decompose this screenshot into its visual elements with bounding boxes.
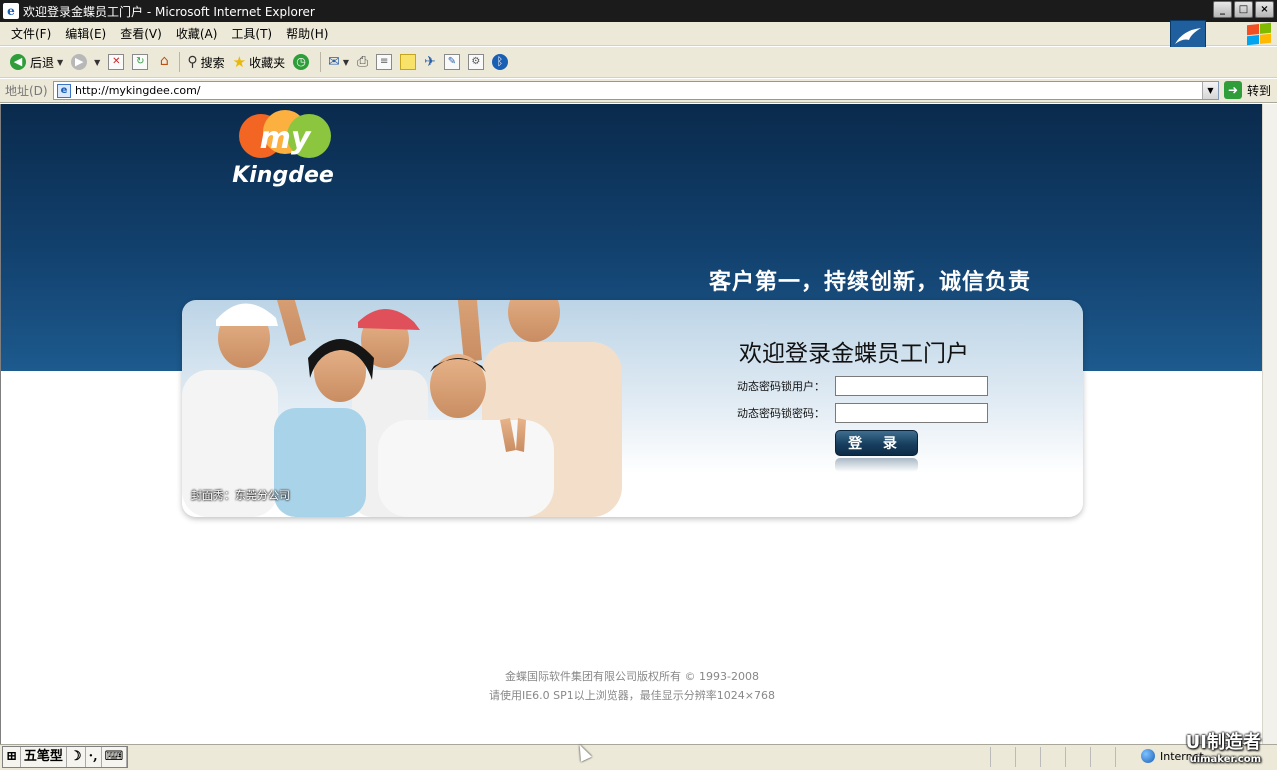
research-icon: ✎ [443,54,460,70]
favorites-label: 收藏夹 [249,55,286,70]
windows-logo-icon [1247,22,1271,46]
stop-icon: ✕ [108,54,125,70]
title-bar: e 欢迎登录金蝶员工门户 - Microsoft Internet Explor… [0,0,1277,22]
edit-icon: ≡ [376,54,393,70]
login-title: 欢迎登录金蝶员工门户 [739,341,969,367]
window-controls: _ □ × [1213,1,1274,18]
search-label: 搜索 [200,55,225,70]
edit-button[interactable]: ≡ [372,50,396,74]
forward-dropdown-icon[interactable]: ▼ [94,58,100,67]
close-button[interactable]: × [1255,1,1274,18]
status-bar: ⊞ 五笔型 ☽ ·, ⌨ Internet [0,744,1277,770]
cover-photo [182,300,622,517]
user-input[interactable] [835,376,988,396]
print-button[interactable]: ⎙ [353,50,372,74]
search-icon: ⚲ [187,54,198,70]
globe-icon [1141,749,1155,763]
window-title: 欢迎登录金蝶员工门户 - Microsoft Internet Explorer [23,4,315,19]
watermark-main: UI制造者 [1185,732,1261,753]
menu-favorites[interactable]: 收藏(A) [169,24,225,44]
go-icon: ➜ [1223,81,1242,99]
menu-bar: 文件(F) 编辑(E) 查看(V) 收藏(A) 工具(T) 帮助(H) [0,22,1277,46]
menu-help[interactable]: 帮助(H) [279,24,335,44]
address-bar: 地址(D) e http://mykingdee.com/ ▼ ➜ 转到 [0,79,1277,103]
menu-view[interactable]: 查看(V) [113,24,169,44]
user-field-row: 动态密码锁用户： [737,376,988,396]
mail-button[interactable]: ✉ ▼ [324,50,353,74]
mykingdee-logo[interactable]: my Kingdee [231,108,341,192]
ime-fullwidth-icon[interactable]: ☽ [67,747,86,767]
toolbar: ◀ 后退 ▼ ▶ ▼ ✕ ↻ ⌂ ⚲ 搜索 ★ 收藏夹 ◷ ✉ ▼ ⎙ ≡ ✈ [0,47,1277,78]
back-icon: ◀ [10,54,26,70]
login-button-reflection [835,458,918,472]
password-label: 动态密码锁密码： [737,407,825,420]
back-button[interactable]: ◀ 后退 ▼ [6,50,67,74]
mail-dropdown-icon[interactable]: ▼ [343,58,349,67]
maximize-button[interactable]: □ [1234,1,1253,18]
ime-punctuation-icon[interactable]: ·, [86,747,102,767]
notes-icon [400,54,417,70]
slogan: 客户第一，持续创新，诚信负责 [709,270,1032,295]
photo-caption: 封面秀：东莞分公司 [191,489,290,502]
password-input[interactable] [835,403,988,423]
footer-browser-note: 请使用IE6.0 SP1以上浏览器，最佳显示分辨率1024×768 [488,689,775,702]
menu-edit[interactable]: 编辑(E) [58,24,113,44]
tools-button[interactable]: ⚙ [464,50,488,74]
go-label: 转到 [1246,83,1271,98]
back-label: 后退 [30,55,55,70]
footer-copyright: 金蝶国际软件集团有限公司版权所有 © 1993-2008 [505,670,759,683]
bluetooth-icon: ᛒ [491,54,508,70]
toolbar-separator [320,52,322,72]
messenger-icon: ✈ [424,54,436,70]
password-field-row: 动态密码锁密码： [737,403,988,423]
watermark-sub: uimaker.com [1189,754,1261,765]
user-label: 动态密码锁用户： [737,380,825,393]
print-icon: ⎙ [356,54,369,70]
search-button[interactable]: ⚲ 搜索 [183,50,228,74]
logo-my-text: my [260,121,312,156]
ime-toolbar[interactable]: ⊞ 五笔型 ☽ ·, ⌨ [2,746,129,768]
address-dropdown-icon[interactable]: ▼ [1202,82,1218,99]
logo-kingdee-text: Kingdee [232,163,334,188]
toolbar-separator [179,52,181,72]
ime-mode[interactable]: 五笔型 [21,747,67,767]
tools-icon: ⚙ [467,54,484,70]
stop-button[interactable]: ✕ [104,50,128,74]
ime-toggle-icon[interactable]: ⊞ [3,747,21,767]
status-panels [990,747,1140,767]
forward-button[interactable]: ▶ ▼ [67,50,104,74]
minimize-button[interactable]: _ [1213,1,1232,18]
vertical-scrollbar[interactable] [1262,104,1277,744]
notes-button[interactable] [396,50,420,74]
home-button[interactable]: ⌂ [152,50,176,74]
menu-tools[interactable]: 工具(T) [224,24,279,44]
ie-app-icon: e [3,3,19,19]
refresh-button[interactable]: ↻ [128,50,152,74]
favorites-button[interactable]: ★ 收藏夹 [229,50,289,74]
history-icon: ◷ [293,54,310,70]
favorites-icon: ★ [232,53,247,71]
login-panel: 封面秀：东莞分公司 欢迎登录金蝶员工门户 动态密码锁用户： 动态密码锁密码： 登… [182,300,1083,517]
refresh-icon: ↻ [132,54,149,70]
address-url[interactable]: http://mykingdee.com/ [75,84,201,97]
address-input[interactable]: e http://mykingdee.com/ ▼ [53,81,1219,100]
history-button[interactable]: ◷ [289,50,317,74]
back-dropdown-icon[interactable]: ▼ [57,58,63,67]
menu-file[interactable]: 文件(F) [4,24,58,44]
bluetooth-button[interactable]: ᛒ [488,50,516,74]
page-content: my Kingdee 客户第一，持续创新，诚信负责 封面秀：东莞分公司 欢迎登录… [0,104,1262,744]
forward-icon: ▶ [71,54,88,70]
page-icon: e [57,83,71,98]
address-label: 地址(D) [5,84,48,98]
go-button[interactable]: ➜ 转到 [1223,81,1271,99]
ime-keyboard-icon[interactable]: ⌨ [102,747,128,767]
mail-icon: ✉ [328,54,340,70]
messenger-button[interactable]: ✈ [420,50,440,74]
research-button[interactable]: ✎ [440,50,464,74]
login-button[interactable]: 登 录 [835,430,918,456]
home-icon: ⌂ [159,53,169,69]
watermark: UI制造者 uimaker.com [1186,728,1261,765]
